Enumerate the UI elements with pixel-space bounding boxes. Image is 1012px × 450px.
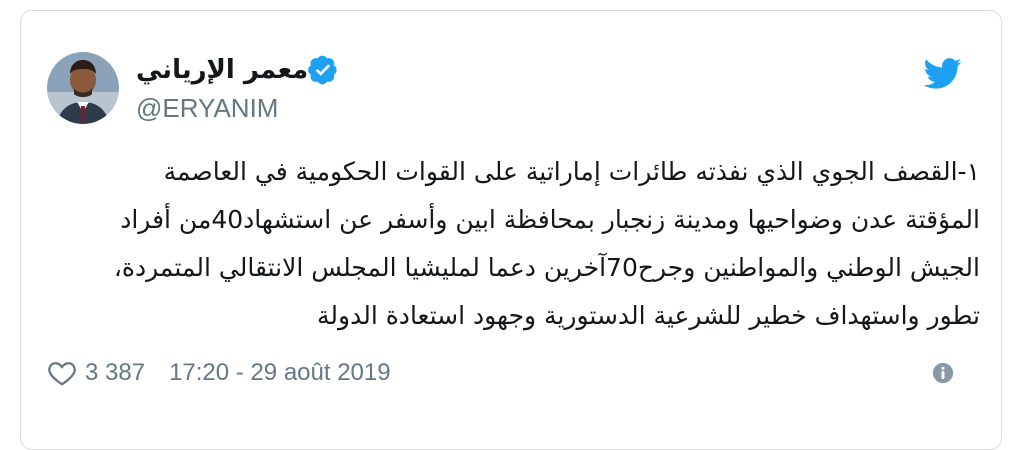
author-block[interactable]: معمر الإرياني @ERYANIM [136,52,496,132]
like-count[interactable]: 3 387 [85,359,145,387]
tweet-line: الجيش الوطني والمواطنين وجرح70آخرين دعما… [113,253,980,282]
tweet-line: المؤقتة عدن وضواحيها ومدينة زنجبار بمحاف… [120,205,980,234]
tweet-line: تطور واستهداف خطير للشرعية الدستورية وجه… [316,301,980,330]
heart-icon[interactable] [47,358,77,388]
name-row: معمر الإرياني [136,52,496,88]
timestamp[interactable]: 17:20 - 29 août 2019 [169,359,391,387]
verified-badge-icon [308,55,337,85]
info-icon[interactable] [932,362,954,384]
tweet-meta: 3 387 17:20 - 29 août 2019 [47,355,391,391]
tweet-line: ١-القصف الجوي الذي نفذته طائرات إماراتية… [163,157,980,186]
twitter-bird-icon[interactable] [924,58,962,90]
display-name[interactable]: معمر الإرياني [136,52,308,88]
profile-photo-icon [47,52,119,124]
avatar[interactable] [47,52,119,124]
user-handle[interactable]: @ERYANIM [136,90,496,126]
tweet-text: ١-القصف الجوي الذي نفذته طائرات إماراتية… [40,148,980,340]
